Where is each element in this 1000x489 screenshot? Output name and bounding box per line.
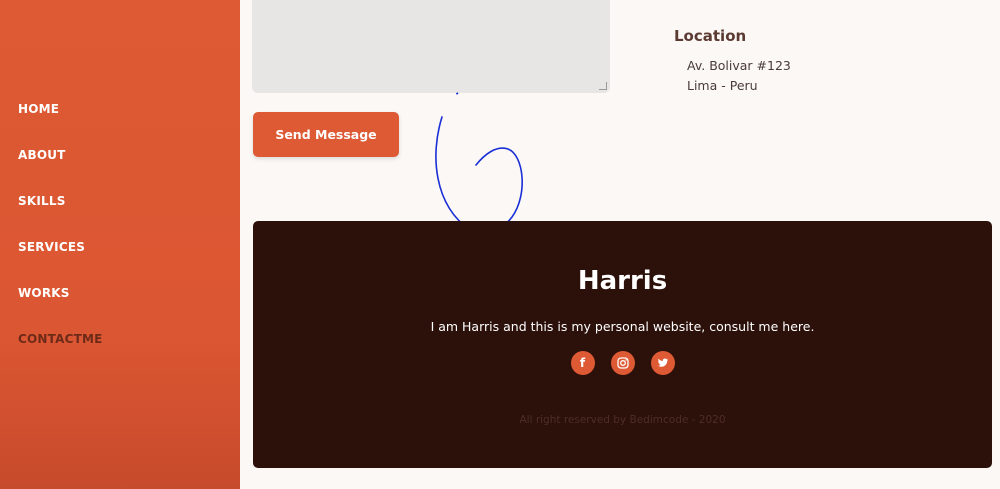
resize-handle-icon[interactable] (599, 82, 607, 90)
nav-item-contactme[interactable]: CONTACTME (18, 332, 103, 378)
facebook-glyph: f (579, 356, 586, 370)
footer-description: I am Harris and this is my personal webs… (430, 319, 815, 334)
facebook-icon[interactable]: f (570, 351, 595, 375)
location-address: Av. Bolivar #123 (687, 58, 791, 73)
send-message-button[interactable]: Send Message (253, 112, 399, 157)
sidebar: HOME ABOUT SKILLS SERVICES WORKS CONTACT… (0, 0, 240, 489)
footer-title: Harris (577, 266, 668, 296)
social-links: f (253, 351, 992, 375)
footer: Harris I am Harris and this is my person… (253, 221, 992, 468)
nav-item-skills[interactable]: SKILLS (18, 194, 103, 240)
nav-item-about[interactable]: ABOUT (18, 148, 103, 194)
instagram-glyph (616, 357, 629, 369)
location-title: Location (674, 27, 747, 45)
twitter-icon[interactable] (650, 351, 675, 375)
location-city: Lima - Peru (687, 78, 758, 93)
message-textarea[interactable] (252, 0, 610, 93)
nav-item-home[interactable]: HOME (18, 102, 103, 148)
nav-menu: HOME ABOUT SKILLS SERVICES WORKS CONTACT… (18, 102, 103, 378)
twitter-glyph (657, 358, 668, 367)
nav-item-works[interactable]: WORKS (18, 286, 103, 332)
copyright-text: All right reserved by Bedimcode - 2020 (519, 414, 726, 426)
instagram-icon[interactable] (610, 351, 635, 375)
nav-item-services[interactable]: SERVICES (18, 240, 103, 286)
